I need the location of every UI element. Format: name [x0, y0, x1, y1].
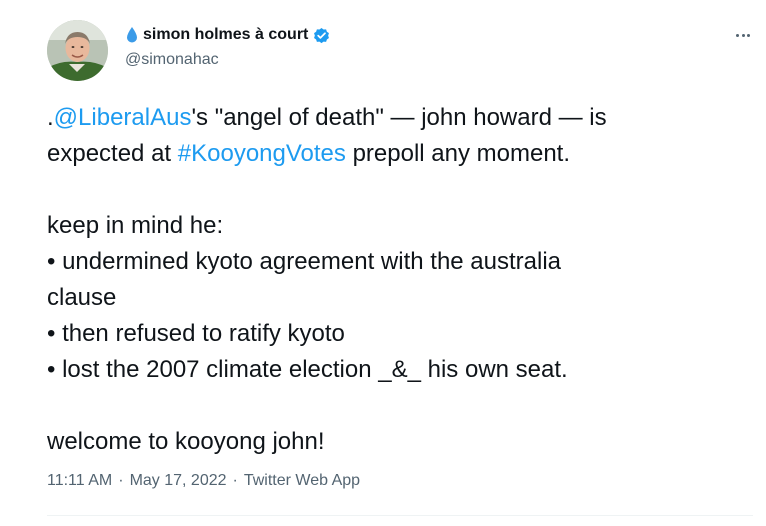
tweet-meta: 11:11 AM · May 17, 2022 · Twitter Web Ap… — [47, 472, 360, 490]
avatar-photo-icon — [47, 20, 108, 81]
tweet-date[interactable]: May 17, 2022 — [130, 472, 227, 490]
verified-badge-icon — [312, 26, 331, 45]
author-handle[interactable]: @simonahac — [125, 51, 219, 69]
water-drop-icon — [125, 26, 139, 44]
tweet-source[interactable]: Twitter Web App — [244, 472, 360, 490]
text-prefix: . — [47, 104, 54, 131]
mention-link[interactable]: @LiberalAus — [54, 104, 192, 131]
text-line2-prefix: expected at — [47, 140, 178, 167]
author-display-name[interactable]: simon holmes à court — [143, 26, 308, 44]
text-line2-rest: prepoll any moment. — [345, 140, 571, 167]
tweet-time[interactable]: 11:11 AM — [47, 472, 112, 490]
meta-separator: · — [232, 472, 238, 489]
tweet-text: .@LiberalAus's "angel of death" — john h… — [47, 100, 747, 460]
text-paragraph-list: keep in mind he: • undermined kyoto agre… — [47, 212, 568, 383]
avatar[interactable] — [47, 20, 108, 81]
hashtag-link[interactable]: #KooyongVotes — [178, 140, 346, 167]
text-line1-rest: 's "angel of death" — john howard — is — [191, 104, 607, 131]
tweet-card: simon holmes à court @simonahac .@Libera… — [0, 0, 766, 526]
divider — [47, 515, 753, 516]
author-name-row[interactable]: simon holmes à court — [125, 24, 331, 46]
text-closing: welcome to kooyong john! — [47, 428, 325, 455]
meta-separator: · — [118, 472, 124, 489]
more-horizontal-icon[interactable] — [731, 27, 755, 43]
